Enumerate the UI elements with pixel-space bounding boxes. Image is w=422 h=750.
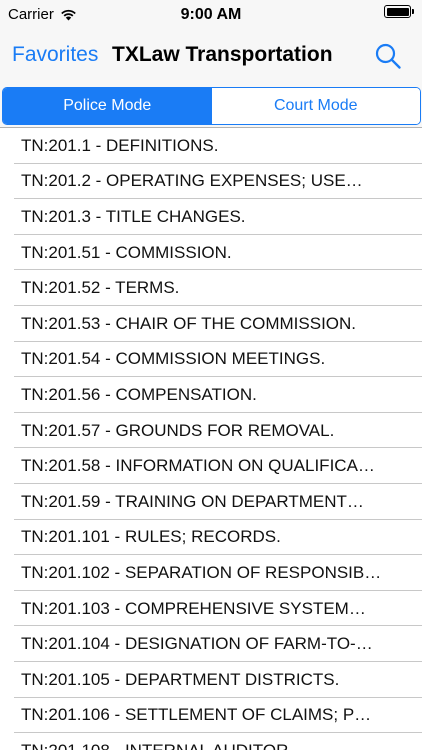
list-item[interactable]: TN:201.54 - COMMISSION MEETINGS. xyxy=(0,342,422,378)
list-item-label: TN:201.52 - TERMS. xyxy=(21,278,180,298)
list-item[interactable]: TN:201.52 - TERMS. xyxy=(0,270,422,306)
navigation-bar: Favorites TXLaw Transportation xyxy=(0,30,422,82)
list-item-label: TN:201.101 - RULES; RECORDS. xyxy=(21,527,281,547)
list-item-label: TN:201.1 - DEFINITIONS. xyxy=(21,135,219,155)
list-item[interactable]: TN:201.51 - COMMISSION. xyxy=(0,235,422,271)
list-item-label: TN:201.2 - OPERATING EXPENSES; USE… xyxy=(21,171,363,191)
list-item[interactable]: TN:201.105 - DEPARTMENT DISTRICTS. xyxy=(0,662,422,698)
list-item[interactable]: TN:201.56 - COMPENSATION. xyxy=(0,377,422,413)
court-mode-segment[interactable]: Court Mode xyxy=(211,88,420,124)
list-item-label: TN:201.105 - DEPARTMENT DISTRICTS. xyxy=(21,669,340,689)
status-right xyxy=(384,5,414,18)
list-item-label: TN:201.54 - COMMISSION MEETINGS. xyxy=(21,349,326,369)
status-time: 9:00 AM xyxy=(180,6,242,23)
list-item[interactable]: TN:201.103 - COMPREHENSIVE SYSTEM… xyxy=(0,591,422,627)
search-icon[interactable] xyxy=(374,42,402,70)
mode-segmented-control: Police Mode Court Mode xyxy=(2,87,421,125)
list-item[interactable]: TN:201.106 - SETTLEMENT OF CLAIMS; P… xyxy=(0,698,422,734)
battery-nub xyxy=(412,9,414,14)
mode-segment-bar: Police Mode Court Mode xyxy=(0,82,422,128)
list-item[interactable]: TN:201.3 - TITLE CHANGES. xyxy=(0,199,422,235)
list-item-label: TN:201.103 - COMPREHENSIVE SYSTEM… xyxy=(21,598,366,618)
list-item-label: TN:201.51 - COMMISSION. xyxy=(21,242,232,262)
list-item[interactable]: TN:201.102 - SEPARATION OF RESPONSIB… xyxy=(0,555,422,591)
list-item-label: TN:201.59 - TRAINING ON DEPARTMENT… xyxy=(21,491,364,511)
list-item[interactable]: TN:201.1 - DEFINITIONS. xyxy=(0,128,422,164)
list-item[interactable]: TN:201.53 - CHAIR OF THE COMMISSION. xyxy=(0,306,422,342)
page-title: TXLaw Transportation xyxy=(112,43,333,66)
favorites-back-button[interactable]: Favorites xyxy=(12,43,98,67)
list-item[interactable]: TN:201.2 - OPERATING EXPENSES; USE… xyxy=(0,164,422,200)
list-item-label: TN:201.56 - COMPENSATION. xyxy=(21,384,257,404)
list-item[interactable]: TN:201.104 - DESIGNATION OF FARM-TO-… xyxy=(0,626,422,662)
section-list: TN:201.1 - DEFINITIONS. TN:201.2 - OPERA… xyxy=(0,128,422,750)
list-item-label: TN:201.3 - TITLE CHANGES. xyxy=(21,206,246,226)
battery-icon xyxy=(384,5,411,18)
list-item[interactable]: TN:201.108 - INTERNAL AUDITOR. xyxy=(0,733,422,750)
list-item-label: TN:201.53 - CHAIR OF THE COMMISSION. xyxy=(21,313,357,333)
list-item-label: TN:201.104 - DESIGNATION OF FARM-TO-… xyxy=(21,634,373,654)
list-item[interactable]: TN:201.58 - INFORMATION ON QUALIFICA… xyxy=(0,448,422,484)
list-item[interactable]: TN:201.57 - GROUNDS FOR REMOVAL. xyxy=(0,413,422,449)
list-item[interactable]: TN:201.101 - RULES; RECORDS. xyxy=(0,520,422,556)
list-item-label: TN:201.106 - SETTLEMENT OF CLAIMS; P… xyxy=(21,705,372,725)
list-item-label: TN:201.58 - INFORMATION ON QUALIFICA… xyxy=(21,456,375,476)
list-item-label: TN:201.57 - GROUNDS FOR REMOVAL. xyxy=(21,420,335,440)
list-item-label: TN:201.102 - SEPARATION OF RESPONSIB… xyxy=(21,562,382,582)
police-mode-segment[interactable]: Police Mode xyxy=(3,88,212,124)
list-item-label: TN:201.108 - INTERNAL AUDITOR. xyxy=(0,741,422,750)
list-item[interactable]: TN:201.59 - TRAINING ON DEPARTMENT… xyxy=(0,484,422,520)
status-bar: Carrier 9:00 AM xyxy=(0,0,422,30)
